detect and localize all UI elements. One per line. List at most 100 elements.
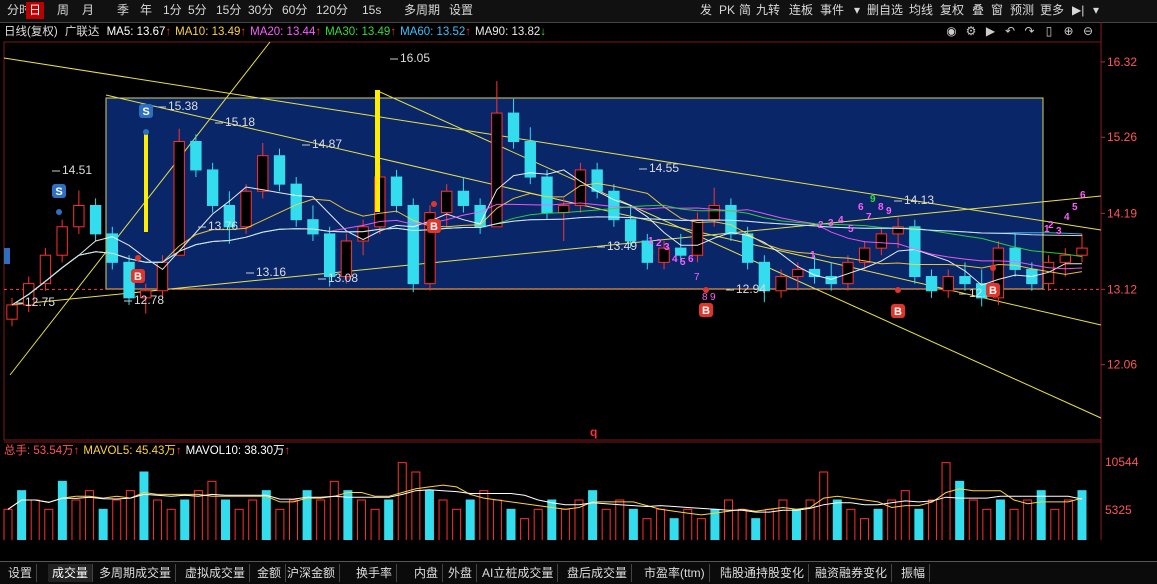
buy-signal-icon-label: B [894,306,902,318]
candlestick-chart[interactable]: 16.32 15.26 14.19 13.12 12.06 16.05 15.38 15.18… [0,0,1157,540]
td-number-extra: 7 [694,272,700,283]
indicator-tab-5[interactable]: 沪深金额 [283,564,341,582]
volume-label: MAVOL10: 38.30万 [185,445,285,457]
indicator-tab-2[interactable]: 多周期成交量 [95,564,177,582]
price-annotation: 15.38 [168,99,198,113]
price-tick-label: 16.32 [1107,55,1137,69]
volume-bar [248,499,258,540]
td-number: 5 [1072,202,1078,213]
price-annotation: 14.87 [312,137,342,151]
volume-bar [370,508,380,540]
indicator-tab-11[interactable]: 市盈率(ttm) [640,564,710,582]
td-number: 7 [866,212,872,223]
candle-body [56,226,68,256]
cursor-marker: q [590,425,597,439]
volume-bar [927,499,937,540]
buy-dot [135,255,141,261]
volume-bar [153,499,163,540]
volume-bar [288,499,298,540]
candle-body [190,141,202,171]
volume-bar [859,518,869,540]
sell-signal-icon-label: S [142,106,149,118]
candle-body [441,190,453,214]
sell-signal-icon-label: S [55,186,62,198]
candle-body [959,276,971,285]
indicator-tab-9[interactable]: AI立桩成交量 [478,564,559,582]
td-number: 3 [664,242,670,253]
td-number: 5 [680,257,686,268]
mavol10-line [7,489,1083,513]
price-annotation: 16.05 [400,51,430,65]
volume-bar [98,508,108,540]
candle-body [909,226,921,278]
volume-bar [900,490,910,540]
volume-bar [71,499,81,540]
buy-signal-icon-label: B [134,271,142,283]
indicator-tab-0[interactable]: 设置 [4,564,38,582]
candle-body [273,155,286,185]
candle-body [591,169,603,192]
volume-bar [982,508,992,540]
candle-body [608,190,620,221]
volume-bar [696,518,706,540]
candle-body [792,268,804,278]
price-tick-label: 15.26 [1107,130,1137,144]
volume-label: MAVOL5: 45.43万 [83,445,176,457]
volume-bar [1023,499,1033,540]
volume-arrow: ↑ [175,445,182,457]
indicator-tab-4[interactable]: 金额 [253,564,287,582]
td-number: 6 [858,202,864,213]
price-annotation: 13.76 [208,219,238,233]
td-number: 8 [878,202,884,213]
volume-bar [520,518,530,540]
volume-bar [1009,508,1019,540]
candle-body [741,233,754,263]
volume-bar [275,508,285,540]
volume-bar [356,499,366,540]
indicator-tab-1[interactable]: 成交量 [48,564,94,582]
volume-bar [588,490,598,540]
indicator-tab-3[interactable]: 虚拟成交量 [181,564,251,582]
volume-indicator-line: 总手: 53.54万↑ MAVOL5: 45.43万↑ MAVOL10: 38.30… [4,444,294,458]
sell-dot [56,209,62,215]
td-number: 2 [1048,220,1054,231]
volume-bar [424,490,434,540]
volume-bar [17,490,27,540]
volume-bar [180,499,190,540]
sell-dot [143,129,149,135]
indicator-tab-14[interactable]: 振幅 [897,564,931,582]
indicator-tab-13[interactable]: 融资融券变化 [811,564,893,582]
candle-body [240,190,252,228]
volume-bar [832,499,842,540]
td-number-extra: 9 [710,292,716,303]
price-annotation: 13.08 [328,271,358,285]
buy-signal-icon-label: B [989,285,997,297]
indicator-tab-7[interactable]: 内盘 [410,564,444,582]
td-number: 6 [1080,190,1086,201]
volume-bar [207,480,217,540]
volume-arrow: ↑ [73,445,80,457]
candle-body [708,204,720,221]
price-annotation: 12.78 [134,293,164,307]
price-annotation: 13.49 [607,239,637,253]
volume-bar [343,490,353,540]
price-annotation: 13.16 [256,265,286,279]
volume-bar [1050,508,1060,540]
volume-bar [995,499,1005,540]
price-annotation: 14.51 [62,163,92,177]
volume-bar [873,508,883,540]
buy-signal-icon-label: B [702,305,710,317]
indicator-tab-8[interactable]: 外盘 [444,564,478,582]
volume-bar [452,508,462,540]
indicator-tab-12[interactable]: 陆股通持股变化 [716,564,810,582]
td-number: 4 [1064,212,1070,223]
volume-bar [601,508,611,540]
volume-value-1: MAVOL5: 45.43万↑ [83,445,181,457]
candle-body [507,112,520,142]
indicator-tab-6[interactable]: 换手率 [352,564,398,582]
volume-bar [792,508,802,540]
volume-value-0: 总手: 53.54万↑ [4,445,79,457]
indicator-tab-10[interactable]: 盘后成交量 [563,564,633,582]
volume-bar [397,462,407,540]
volume-bar [778,499,788,540]
